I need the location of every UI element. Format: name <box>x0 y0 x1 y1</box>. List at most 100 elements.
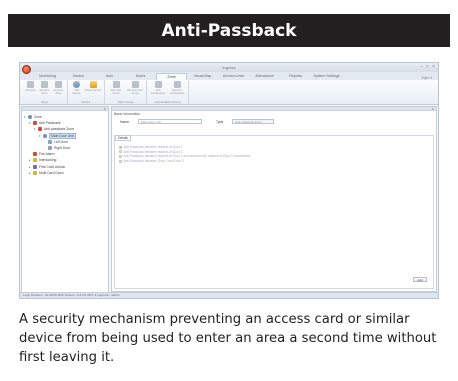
name-label: Name <box>120 119 130 124</box>
close-icon[interactable]: × <box>432 64 435 70</box>
radio-label: Anti-Passback between readers of Door 1 … <box>123 154 251 159</box>
tree-panel-close-icon[interactable]: × <box>104 106 106 111</box>
add-device-button[interactable]: Add Device <box>70 81 83 100</box>
card-title: Anti-Passback <box>8 14 450 47</box>
ribbon-button-label: Add Device <box>72 89 81 95</box>
ribbon-group-label: Zone <box>41 100 48 104</box>
delete-device-icon <box>89 81 97 88</box>
ribbon-group-label: User Group <box>117 100 134 104</box>
delete-device-button[interactable]: Delete Device <box>84 81 102 100</box>
workspace: × ▾ Zone ▾ Anti Passback ▾ Anti-passback Zone… <box>20 105 438 293</box>
app-menu-orb-icon[interactable] <box>22 65 31 74</box>
app-screenshot: Ingress – □ × Monitoring Device User Doors Z… <box>19 62 439 299</box>
ribbon-button-label: Add Combination <box>150 89 166 95</box>
tab-visual-map[interactable]: Visual Map <box>187 73 218 80</box>
add-user-group-button[interactable]: Add User Group <box>107 81 125 100</box>
radio-icon <box>119 150 122 154</box>
ribbon-buttons: Add User Group Remove User Group <box>107 81 144 100</box>
add-user-group-icon <box>112 81 120 88</box>
radio-icon <box>119 154 122 158</box>
details-box: Details Anti-Passback between readers of… <box>114 135 434 289</box>
radio-icon <box>119 159 122 163</box>
ribbon-group-device: Add Device Delete Device Device <box>68 80 105 104</box>
add-button[interactable]: Add <box>413 277 427 282</box>
antipassback-option-3[interactable]: Anti-Passback between readers of Door 1 … <box>119 154 250 159</box>
window-titlebar: Ingress – □ × <box>20 63 438 74</box>
radio-label: Anti-Passback between readers of Door 1 <box>123 145 183 150</box>
tab-system-settings[interactable]: System Settings <box>311 73 342 80</box>
tree-item-label: Right Door <box>54 146 71 151</box>
folder-icon <box>33 152 37 157</box>
tab-doors[interactable]: Doors <box>125 73 156 80</box>
ribbon-buttons: Add Zone Rename Zone Remove Zone <box>24 81 65 100</box>
remove-user-group-button[interactable]: Remove User Group <box>126 81 144 100</box>
add-combination-button[interactable]: Add Combination <box>149 81 167 100</box>
tree-item-label: Anti-passback Zone <box>44 127 74 132</box>
tree-item-label: Main Door Unit <box>49 132 76 139</box>
window-title: Ingress <box>222 65 236 70</box>
name-input[interactable]: Main Door Unit <box>138 119 202 124</box>
window-controls: – □ × <box>420 64 435 70</box>
folder-icon <box>33 121 37 126</box>
ribbon-buttons: Add Combination Remove Combination <box>149 81 186 100</box>
detail-panel-close-icon[interactable]: × <box>432 106 434 111</box>
antipassback-option-4[interactable]: Anti-Passback between Door 1 and Door 2 <box>119 159 250 164</box>
basic-info-row: Name Main Door Unit Type Anti-passback Z… <box>112 117 436 126</box>
ribbon-button-label: Remove User Group <box>127 89 143 95</box>
add-zone-icon <box>27 81 34 88</box>
zone-icon <box>43 133 47 138</box>
status-bar: Login Duration : 01:00:25 SDK Version : … <box>20 292 438 298</box>
ribbon-button-label: Delete Device <box>84 89 102 92</box>
remove-combination-icon <box>173 81 181 88</box>
card: Anti-Passback Ingress – □ × Monitoring De… <box>0 0 458 381</box>
tree-item-label: Interlocking <box>39 158 57 163</box>
ribbon: Add Zone Rename Zone Remove Zone Zone Add De… <box>20 80 438 105</box>
style-menu[interactable]: Style ▾ <box>421 76 438 80</box>
zone-icon <box>28 115 32 120</box>
tree-item-label: Anti Passback <box>39 121 61 126</box>
radio-label: Anti-Passback between readers of Door 2 <box>123 149 183 154</box>
detail-panel: × Basic Information Name Main Door Unit … <box>111 106 437 292</box>
tab-reports[interactable]: Reports <box>280 73 311 80</box>
tab-access-level[interactable]: Access Level <box>218 73 249 80</box>
tree-item-label: Fire Alarm <box>39 152 55 157</box>
ribbon-button-label: Rename Zone <box>39 89 50 95</box>
remove-zone-button[interactable]: Remove Zone <box>52 81 65 100</box>
door-icon <box>48 146 52 151</box>
ribbon-tabs: Monitoring Device User Doors Zone Visual Map A… <box>20 72 438 80</box>
remove-combination-button[interactable]: Remove Combination <box>168 81 186 100</box>
tab-details[interactable]: Details <box>115 135 131 141</box>
add-zone-button[interactable]: Add Zone <box>24 81 37 100</box>
folder-icon <box>38 127 42 132</box>
folder-icon <box>33 170 37 175</box>
ribbon-group-zone: Add Zone Rename Zone Remove Zone Zone <box>22 80 68 104</box>
type-label: Type <box>216 119 224 124</box>
rename-zone-button[interactable]: Rename Zone <box>38 81 51 100</box>
remove-zone-icon <box>55 81 62 88</box>
door-icon <box>48 139 52 144</box>
type-field: Anti-passback Zone <box>232 119 274 124</box>
zone-tree: ▾ Zone ▾ Anti Passback ▾ Anti-passback Zone ▾ M… <box>22 111 108 179</box>
remove-user-group-icon <box>131 81 139 88</box>
ribbon-buttons: Add Device Delete Device <box>70 81 102 100</box>
tab-device[interactable]: Device <box>63 73 94 80</box>
tab-user[interactable]: User <box>94 73 125 80</box>
ribbon-group-label: Device <box>81 100 91 104</box>
tab-attendance[interactable]: Attendance <box>249 73 280 80</box>
ribbon-group-label: Combination Group <box>154 100 181 104</box>
tab-monitoring[interactable]: Monitoring <box>32 73 63 80</box>
tree-item-label: Left Door <box>54 139 68 144</box>
ribbon-button-label: Add Zone <box>24 89 37 92</box>
tab-zone[interactable]: Zone <box>156 73 187 80</box>
ribbon-button-label: Remove Zone <box>53 89 64 95</box>
rename-zone-icon <box>41 81 48 88</box>
add-device-icon <box>73 81 80 88</box>
maximize-icon[interactable]: □ <box>426 64 429 70</box>
radio-icon <box>119 145 122 149</box>
ribbon-button-label: Remove Combination <box>169 89 185 95</box>
minimize-icon[interactable]: – <box>420 64 423 70</box>
ribbon-group-combination-group: Add Combination Remove Combination Combina… <box>147 80 189 104</box>
tree-panel-header: × <box>22 106 108 111</box>
tree-panel: × ▾ Zone ▾ Anti Passback ▾ Anti-passback Zone… <box>21 106 109 293</box>
tree-item-multi-card-open[interactable]: ▸ Multi Card Open <box>24 170 106 176</box>
